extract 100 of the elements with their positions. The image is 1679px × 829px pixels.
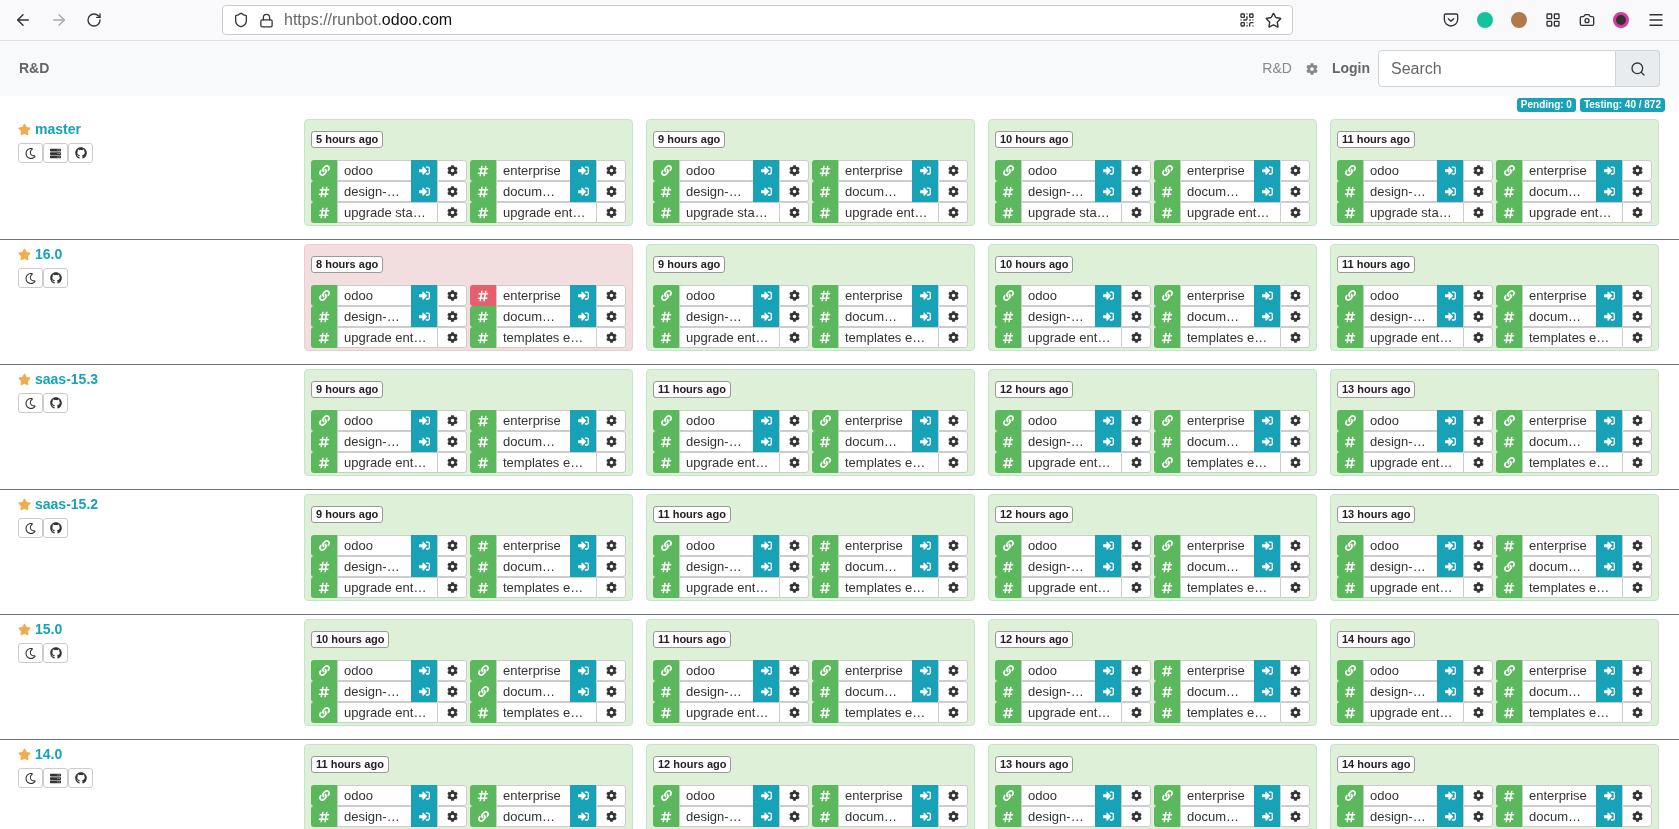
bundle-action-button[interactable] [43,768,68,788]
link-button[interactable] [311,660,337,681]
build-button[interactable] [995,202,1021,223]
settings-button[interactable] [1622,452,1652,473]
settings-button[interactable] [779,806,809,827]
settings-button[interactable] [1121,452,1151,473]
star-icon[interactable] [18,373,31,386]
settings-button[interactable] [938,410,968,431]
settings-button[interactable] [1121,577,1151,598]
settings-button[interactable] [938,202,968,223]
settings-button[interactable] [938,806,968,827]
build-name[interactable]: odoo [1021,660,1095,681]
build-name[interactable]: docum… [1522,431,1596,452]
settings-button[interactable] [779,410,809,431]
build-name[interactable]: odoo [337,785,411,806]
build-name[interactable]: odoo [1021,410,1095,431]
bundle-action-button[interactable] [18,393,43,413]
build-button[interactable] [995,806,1021,827]
link-button[interactable] [995,660,1021,681]
build-name[interactable]: odoo [679,785,753,806]
build-name[interactable]: odoo [1021,535,1095,556]
build-name[interactable]: odoo [679,160,753,181]
build-name[interactable]: design-… [1363,181,1437,202]
build-name[interactable]: upgrade ent… [1363,702,1463,723]
settings-button[interactable] [1622,327,1652,348]
link-button[interactable] [653,285,679,306]
build-button[interactable] [1337,702,1363,723]
qr-code-icon[interactable] [1239,12,1255,28]
build-name[interactable]: design-… [679,806,753,827]
build-name[interactable]: docum… [838,556,912,577]
settings-button[interactable] [779,431,809,452]
settings-button[interactable] [1463,160,1493,181]
build-name[interactable]: docum… [1522,181,1596,202]
build-name[interactable]: enterprise [838,535,912,556]
settings-button[interactable] [1463,306,1493,327]
settings-button[interactable] [1121,431,1151,452]
build-name[interactable]: design-… [679,431,753,452]
settings-button[interactable] [779,556,809,577]
build-button[interactable] [311,452,337,473]
build-name[interactable]: odoo [337,660,411,681]
bundle-action-button[interactable] [18,643,43,663]
link-button[interactable] [311,702,337,723]
settings-button[interactable] [596,410,626,431]
settings-button[interactable] [437,327,467,348]
link-button[interactable] [995,785,1021,806]
build-name[interactable]: upgrade ent… [679,702,779,723]
settings-button[interactable] [596,452,626,473]
settings-button[interactable] [1280,660,1310,681]
build-name[interactable]: odoo [337,285,411,306]
settings-button[interactable] [779,452,809,473]
settings-button[interactable] [938,577,968,598]
build-name[interactable]: upgrade ent… [1522,202,1622,223]
bundle-action-button[interactable] [43,268,68,288]
bundle-action-button[interactable] [18,518,43,538]
build-name[interactable]: docum… [1180,556,1254,577]
settings-button[interactable] [938,535,968,556]
settings-button[interactable] [1280,181,1310,202]
settings-button[interactable] [596,785,626,806]
build-name[interactable]: docum… [1522,306,1596,327]
settings-button[interactable] [1280,431,1310,452]
build-name[interactable]: upgrade sta… [679,202,779,223]
link-button[interactable] [311,410,337,431]
settings-icon[interactable] [1305,62,1318,75]
build-name[interactable]: templates e… [1180,327,1280,348]
settings-button[interactable] [938,702,968,723]
settings-button[interactable] [1622,410,1652,431]
settings-button[interactable] [938,556,968,577]
settings-button[interactable] [596,681,626,702]
build-name[interactable]: enterprise [1180,160,1254,181]
extension-icon[interactable] [1613,12,1629,28]
bundle-action-button[interactable] [43,143,68,163]
star-icon[interactable] [18,248,31,261]
settings-button[interactable] [437,452,467,473]
build-name[interactable]: enterprise [838,410,912,431]
settings-button[interactable] [1280,285,1310,306]
build-name[interactable]: enterprise [496,785,570,806]
build-name[interactable]: docum… [1522,806,1596,827]
build-name[interactable]: docum… [496,681,570,702]
settings-button[interactable] [437,681,467,702]
settings-button[interactable] [1463,452,1493,473]
build-name[interactable]: templates e… [496,452,596,473]
build-name[interactable]: design-… [337,681,411,702]
settings-button[interactable] [1463,181,1493,202]
settings-button[interactable] [1622,806,1652,827]
link-button[interactable] [311,285,337,306]
build-name[interactable]: enterprise [496,410,570,431]
build-name[interactable]: enterprise [496,660,570,681]
build-name[interactable]: odoo [679,660,753,681]
build-name[interactable]: templates e… [838,577,938,598]
build-name[interactable]: enterprise [496,535,570,556]
build-name[interactable]: enterprise [838,285,912,306]
settings-button[interactable] [437,410,467,431]
build-name[interactable]: design-… [1363,806,1437,827]
build-name[interactable]: templates e… [496,327,596,348]
bundle-action-button[interactable] [43,393,68,413]
settings-button[interactable] [437,806,467,827]
build-name[interactable]: templates e… [838,452,938,473]
build-button[interactable] [1337,577,1363,598]
settings-button[interactable] [596,160,626,181]
build-name[interactable]: templates e… [1180,452,1280,473]
